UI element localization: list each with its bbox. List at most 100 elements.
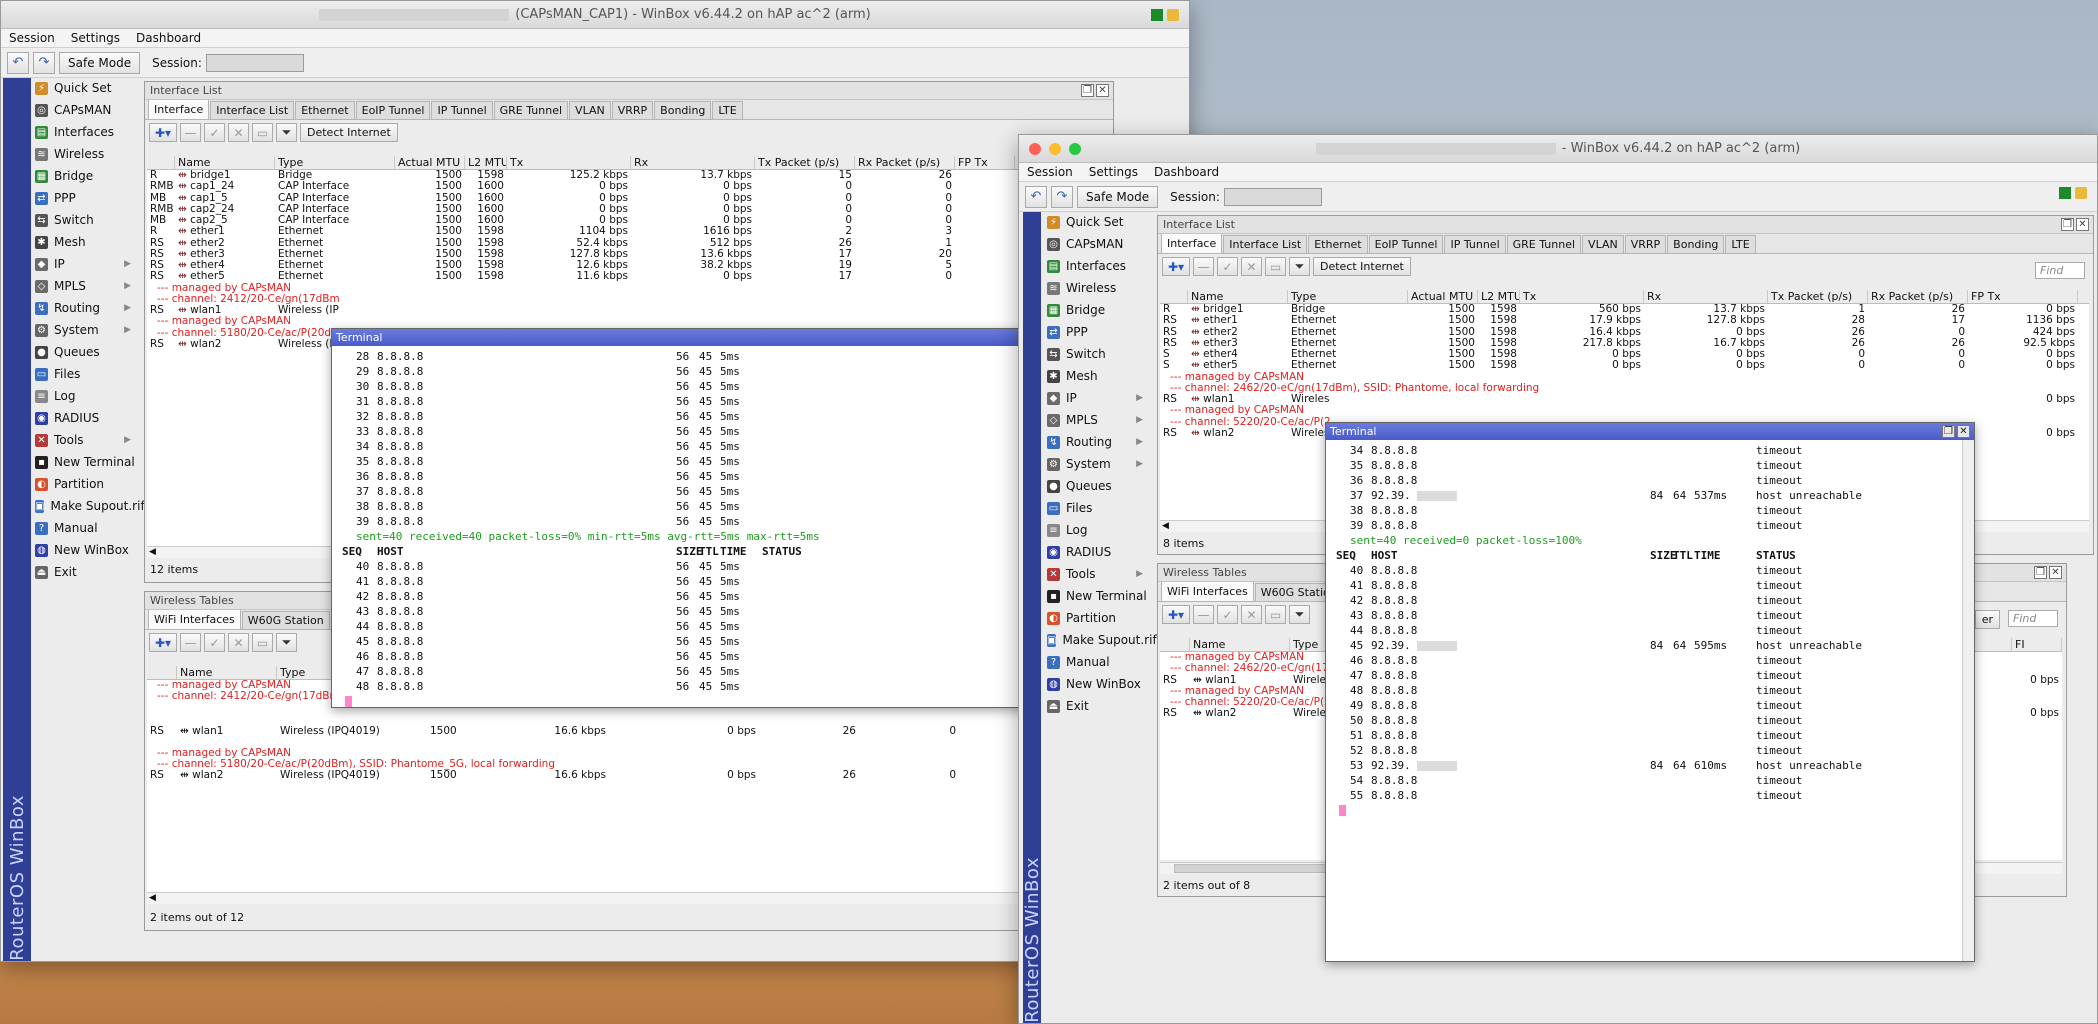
table-row[interactable]: MB ⇹ cap2_5 CAP Interface 1500 1600 0 bps 0 bp… (147, 215, 1109, 226)
nav-item-bridge[interactable]: ▦ Bridge (31, 165, 135, 187)
enable-icon[interactable]: ✓ (204, 123, 225, 142)
restore-icon[interactable]: ❐ (1942, 425, 1955, 438)
enable-icon[interactable]: ✓ (1217, 257, 1238, 276)
menu-settings[interactable]: Settings (71, 31, 120, 45)
nav-item-log[interactable]: ≡ Log (1043, 519, 1147, 541)
nav-item-mpls[interactable]: ◇ MPLS ▶ (1043, 409, 1147, 431)
tab-interface-list[interactable]: Interface List (210, 101, 295, 119)
table-row[interactable]: RS ⇹ ether2 Ethernet 1500 1598 52.4 kbps 512 b… (147, 238, 1109, 249)
nav-item-wireless[interactable]: ≋ Wireless (1043, 277, 1147, 299)
nav-item-mpls[interactable]: ◇ MPLS ▶ (31, 275, 135, 297)
col-name[interactable]: Name (1190, 638, 1290, 651)
restore-icon[interactable]: ❐ (1081, 84, 1094, 97)
col-tx[interactable]: Tx (1520, 290, 1644, 303)
table-row[interactable]: R ⇹ ether1 Ethernet 1500 1598 1104 bps 1616 bp… (147, 226, 1109, 237)
nav-item-ppp[interactable]: ⇄ PPP (1043, 321, 1147, 343)
enable-icon[interactable]: ✓ (204, 633, 225, 652)
col-actual-mtu[interactable]: Actual MTU (1408, 290, 1478, 303)
col-name[interactable]: Name (1188, 290, 1288, 303)
menu-session[interactable]: Session (1027, 165, 1073, 179)
table-row[interactable]: RS ⇹ ether1 Ethernet 1500 1598 17.9 kbps 127.8… (1160, 315, 2089, 326)
col-tx-packet-p-s-[interactable]: Tx Packet (p/s) (755, 156, 855, 169)
nav-item-ip[interactable]: ◆ IP ▶ (1043, 387, 1147, 409)
tab-gre-tunnel[interactable]: GRE Tunnel (493, 101, 569, 119)
close-icon[interactable]: ✕ (2049, 566, 2062, 579)
tab-eoip-tunnel[interactable]: EoIP Tunnel (1368, 235, 1444, 253)
nav-item-exit[interactable]: ⏏ Exit (31, 561, 135, 583)
tab-wifi-interfaces[interactable]: WiFi Interfaces (1161, 581, 1254, 601)
nav-item-quick-set[interactable]: ⚡ Quick Set (1043, 211, 1147, 233)
nav-item-manual[interactable]: ? Manual (31, 517, 135, 539)
close-icon[interactable]: ✕ (2076, 218, 2089, 231)
nav-item-files[interactable]: ▭ Files (1043, 497, 1147, 519)
restore-icon[interactable]: ❐ (2034, 566, 2047, 579)
tab-gre-tunnel[interactable]: GRE Tunnel (1506, 235, 1582, 253)
session-field[interactable] (205, 53, 304, 72)
comment-icon[interactable]: ▭ (252, 633, 273, 652)
redo-icon[interactable]: ↷ (1051, 185, 1073, 208)
table-row[interactable]: RS ⇹ ether5 Ethernet 1500 1598 11.6 kbps 0 bps… (147, 271, 1109, 282)
terminal-title-bar[interactable]: Terminal ❐ ✕ (1326, 423, 1974, 440)
tab-ip-tunnel[interactable]: IP Tunnel (431, 101, 493, 119)
nav-item-interfaces[interactable]: ▤ Interfaces (31, 121, 135, 143)
table-row[interactable]: RS ⇹ ether2 Ethernet 1500 1598 16.4 kbps 0 bps… (1160, 327, 2089, 338)
tab-lte[interactable]: LTE (712, 101, 743, 119)
scroll-left-icon[interactable]: ◀ (1162, 521, 1169, 531)
tab-w60g-station[interactable]: W60G Station (241, 611, 330, 629)
nav-item-routing[interactable]: ↯ Routing ▶ (1043, 431, 1147, 453)
filter-icon[interactable]: ⏷ (1289, 257, 1310, 276)
nav-item-radius[interactable]: ◉ RADIUS (31, 407, 135, 429)
nav-item-switch[interactable]: ⇆ Switch (31, 209, 135, 231)
col-actual-mtu[interactable]: Actual MTU (395, 156, 465, 169)
nav-item-new-winbox[interactable]: ◍ New WinBox (1043, 673, 1147, 695)
remove-icon[interactable]: — (180, 633, 201, 652)
tab-interface[interactable]: Interface (1161, 233, 1223, 253)
nav-item-radius[interactable]: ◉ RADIUS (1043, 541, 1147, 563)
pane-title[interactable]: Interface List ❐ ✕ (1158, 216, 2093, 234)
nav-item-system[interactable]: ⚙ System ▶ (31, 319, 135, 341)
tab-vrrp[interactable]: VRRP (611, 101, 654, 119)
zoom-window-icon[interactable] (1069, 143, 1081, 155)
lock-icon[interactable] (2075, 187, 2087, 199)
lock-icon[interactable] (1167, 9, 1179, 21)
undo-icon[interactable]: ↶ (1025, 185, 1047, 208)
nav-item-interfaces[interactable]: ▤ Interfaces (1043, 255, 1147, 277)
table-row[interactable]: R ⇹ bridge1 Bridge 1500 1598 560 bps 13.7 kbps… (1160, 304, 2089, 315)
right-terminal-window[interactable]: Terminal ❐ ✕ 34 8.8.8.8 timeout 35 8.8.8.8 tim… (1325, 422, 1975, 962)
col-type[interactable]: Type (1288, 290, 1408, 303)
col-l2-mtu[interactable]: L2 MTU (1478, 290, 1520, 303)
restore-icon[interactable]: ❐ (2061, 218, 2074, 231)
col-rx[interactable]: Rx (631, 156, 755, 169)
nav-item-mesh[interactable]: ✱ Mesh (31, 231, 135, 253)
nav-item-switch[interactable]: ⇆ Switch (1043, 343, 1147, 365)
menu-dashboard[interactable]: Dashboard (136, 31, 201, 45)
safe-mode-button[interactable]: Safe Mode (59, 51, 141, 74)
tab-eoip-tunnel[interactable]: EoIP Tunnel (355, 101, 431, 119)
table-row[interactable]: RS ⇹ ether3 Ethernet 1500 1598 127.8 kbps 13.6… (147, 249, 1109, 260)
col-type[interactable]: Type (275, 156, 395, 169)
nav-item-manual[interactable]: ? Manual (1043, 651, 1147, 673)
remove-icon[interactable]: — (1193, 257, 1214, 276)
tab-lte[interactable]: LTE (1725, 235, 1756, 253)
close-icon[interactable]: ✕ (1957, 425, 1970, 438)
nav-item-queues[interactable]: ● Queues (31, 341, 135, 363)
nav-item-capsman[interactable]: ◎ CAPsMAN (31, 99, 135, 121)
tab-ip-tunnel[interactable]: IP Tunnel (1444, 235, 1506, 253)
left-title-bar[interactable]: (CAPsMAN_CAP1) - WinBox v6.44.2 on hAP a… (1, 1, 1189, 29)
safe-mode-button[interactable]: Safe Mode (1077, 185, 1159, 208)
nav-item-wireless[interactable]: ≋ Wireless (31, 143, 135, 165)
scroll-left-icon[interactable]: ◀ (149, 547, 156, 557)
find-input[interactable]: Find (2008, 610, 2058, 627)
tab-interface-list[interactable]: Interface List (1223, 235, 1308, 253)
disable-icon[interactable]: ✕ (1241, 605, 1262, 624)
tab-ethernet[interactable]: Ethernet (1308, 235, 1368, 253)
filter-icon[interactable]: ⏷ (1289, 605, 1310, 624)
comment-icon[interactable]: ▭ (1265, 605, 1286, 624)
add-icon[interactable]: ✚▾ (149, 633, 177, 652)
tab-vlan[interactable]: VLAN (569, 101, 611, 119)
pane-title[interactable]: Interface List ❐ ✕ (145, 82, 1113, 100)
minimize-window-icon[interactable] (1049, 143, 1061, 155)
table-row[interactable]: RMB ⇹ cap1_24 CAP Interface 1500 1600 0 bps 0 … (147, 181, 1109, 192)
col-fi[interactable]: FI (2012, 638, 2062, 651)
right-title-bar[interactable]: - WinBox v6.44.2 on hAP ac^2 (arm) (1019, 135, 2097, 163)
